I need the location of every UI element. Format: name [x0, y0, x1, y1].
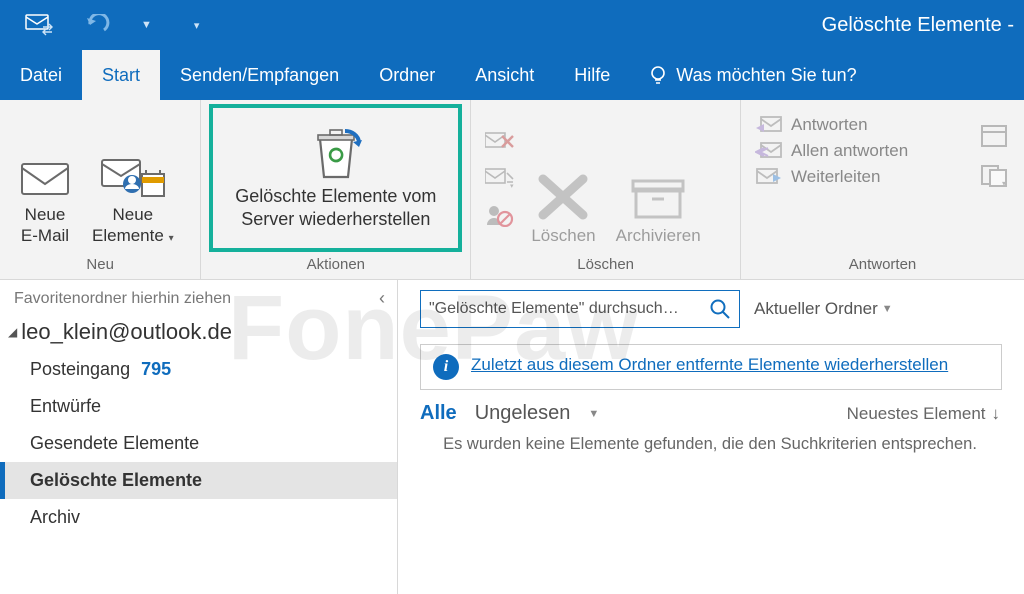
new-email-button[interactable]: Neue E-Mail [8, 110, 82, 250]
filter-tab-unread[interactable]: Ungelesen [475, 402, 571, 425]
cleanup-mini-buttons: ▾ [479, 127, 521, 233]
envelope-icon [18, 156, 72, 200]
tab-ansicht[interactable]: Ansicht [455, 50, 554, 100]
search-input[interactable]: "Gelöschte Elemente" durchsuch… [420, 290, 740, 328]
respond-buttons: Antworten Allen antworten Weiterleiten [749, 112, 974, 190]
ignore-icon[interactable] [485, 131, 515, 157]
tell-me-label: Was möchten Sie tun? [676, 65, 856, 86]
forward-label: Weiterleiten [791, 167, 880, 187]
delete-label: Löschen [531, 225, 595, 246]
svg-text:▾: ▾ [510, 183, 514, 189]
folder-inbox-count: 795 [141, 359, 171, 379]
navigation-pane: Favoritenordner hierhin ziehen ‹ ◢ leo_k… [0, 280, 398, 594]
search-placeholder: "Gelöschte Elemente" durchsuch… [429, 300, 679, 318]
folder-inbox[interactable]: Posteingang 795 [0, 351, 397, 388]
reply-label: Antworten [791, 115, 868, 135]
recycle-bin-restore-icon [306, 125, 366, 179]
new-items-label-l1: Neue [113, 205, 154, 224]
tab-senden-empfangen[interactable]: Senden/Empfangen [160, 50, 359, 100]
chevron-down-icon: ▾ [166, 233, 174, 244]
window-title: Gelöschte Elemente - [822, 14, 1024, 37]
recover-label-l1: Gelöschte Elemente vom [235, 186, 436, 206]
ribbon-group-antworten: Antworten Allen antworten Weiterleiten ▾… [741, 100, 1024, 279]
group-label-aktionen: Aktionen [201, 254, 470, 279]
folder-sent[interactable]: Gesendete Elemente [0, 425, 397, 462]
reply-button[interactable]: Antworten [749, 112, 974, 138]
folder-archive[interactable]: Archiv [0, 499, 397, 536]
folder-deleted-items[interactable]: Gelöschte Elemente [0, 462, 397, 499]
folder-inbox-label: Posteingang [30, 359, 130, 379]
body-area: Favoritenordner hierhin ziehen ‹ ◢ leo_k… [0, 280, 1024, 594]
ribbon-group-aktionen: Gelöschte Elemente vom Server wiederherst… [201, 100, 471, 279]
message-list-pane: FonePaw "Gelöschte Elemente" durchsuch… … [398, 280, 1024, 594]
title-bar: ▼ ▾ Gelöschte Elemente - [0, 0, 1024, 50]
more-respond-icon[interactable]: ▾ [980, 162, 1010, 188]
undo-icon[interactable] [83, 12, 113, 38]
recover-label-l2: Server wiederherstellen [241, 209, 430, 229]
group-label-loeschen: Löschen [471, 254, 740, 279]
new-items-button[interactable]: Neue Elemente ▾ [82, 110, 184, 250]
filter-row: Alle Ungelesen ▼ Neuestes Element ↓ [420, 402, 1024, 425]
info-icon: i [433, 354, 459, 380]
collapse-favorites-icon[interactable]: ‹ [379, 288, 385, 309]
account-header[interactable]: ◢ leo_klein@outlook.de [0, 317, 397, 351]
new-items-label-l2: Elemente [92, 226, 164, 245]
tab-datei[interactable]: Datei [0, 50, 82, 100]
archive-button[interactable]: Archivieren [606, 110, 711, 250]
search-icon[interactable] [709, 298, 731, 320]
empty-message: Es wurden keine Elemente gefunden, die d… [420, 433, 1024, 456]
recover-info-banner: i Zuletzt aus diesem Ordner entfernte El… [420, 344, 1002, 390]
new-items-icon [100, 156, 166, 200]
reply-all-icon [755, 141, 783, 161]
tell-me-search[interactable]: Was möchten Sie tun? [630, 50, 856, 100]
respond-extra-icons: ▾ [974, 112, 1016, 188]
undo-dropdown-icon[interactable]: ▼ [141, 19, 152, 31]
group-label-antworten: Antworten [741, 254, 1024, 279]
expand-triangle-icon: ◢ [8, 325, 17, 339]
junk-icon[interactable] [485, 203, 515, 229]
group-label-neu: Neu [0, 254, 200, 279]
chevron-down-icon: ▼ [882, 303, 893, 315]
forward-icon [755, 167, 783, 187]
recover-deleted-items-button[interactable]: Gelöschte Elemente vom Server wiederherst… [209, 104, 462, 252]
delete-x-icon [535, 173, 591, 221]
reply-all-label: Allen antworten [791, 141, 908, 161]
delete-button[interactable]: Löschen [521, 110, 605, 250]
tab-hilfe[interactable]: Hilfe [554, 50, 630, 100]
archive-box-icon [630, 173, 686, 221]
tab-ordner[interactable]: Ordner [359, 50, 455, 100]
new-email-label-l2: E-Mail [21, 226, 69, 245]
filter-tab-all[interactable]: Alle [420, 402, 457, 425]
tab-start[interactable]: Start [82, 50, 160, 100]
favorites-drop-label: Favoritenordner hierhin ziehen [14, 290, 231, 308]
account-name: leo_klein@outlook.de [21, 319, 232, 345]
recover-link[interactable]: Zuletzt aus diesem Ordner entfernte Elem… [471, 354, 948, 377]
search-scope-label: Aktueller Ordner [754, 299, 878, 319]
sort-label: Neuestes Element [847, 404, 986, 424]
new-email-label-l1: Neue [25, 205, 66, 224]
ribbon-tabs: Datei Start Senden/Empfangen Ordner Ansi… [0, 50, 1024, 100]
forward-button[interactable]: Weiterleiten [749, 164, 974, 190]
sort-dropdown[interactable]: Neuestes Element ↓ [847, 404, 1000, 424]
quick-access-toolbar: ▼ ▾ [0, 12, 199, 38]
ribbon-group-loeschen: ▾ Löschen Archivieren Löschen [471, 100, 741, 279]
send-receive-icon[interactable] [25, 12, 55, 38]
filter-dropdown-icon[interactable]: ▼ [588, 408, 599, 420]
arrow-down-icon: ↓ [992, 404, 1001, 424]
reply-icon [755, 115, 783, 135]
meeting-icon[interactable] [980, 122, 1010, 148]
ribbon: Neue E-Mail Neue Elemente ▾ Neu [0, 100, 1024, 280]
reply-all-button[interactable]: Allen antworten [749, 138, 974, 164]
qat-customize-icon[interactable]: ▾ [194, 19, 200, 32]
cleanup-icon[interactable]: ▾ [485, 167, 515, 193]
ribbon-group-neu: Neue E-Mail Neue Elemente ▾ Neu [0, 100, 201, 279]
search-scope-dropdown[interactable]: Aktueller Ordner ▼ [754, 299, 893, 319]
lightbulb-icon [648, 65, 668, 85]
archive-label: Archivieren [616, 225, 701, 246]
folder-drafts[interactable]: Entwürfe [0, 388, 397, 425]
favorites-drop-hint[interactable]: Favoritenordner hierhin ziehen ‹ [0, 280, 397, 317]
svg-text:▾: ▾ [1002, 179, 1006, 188]
